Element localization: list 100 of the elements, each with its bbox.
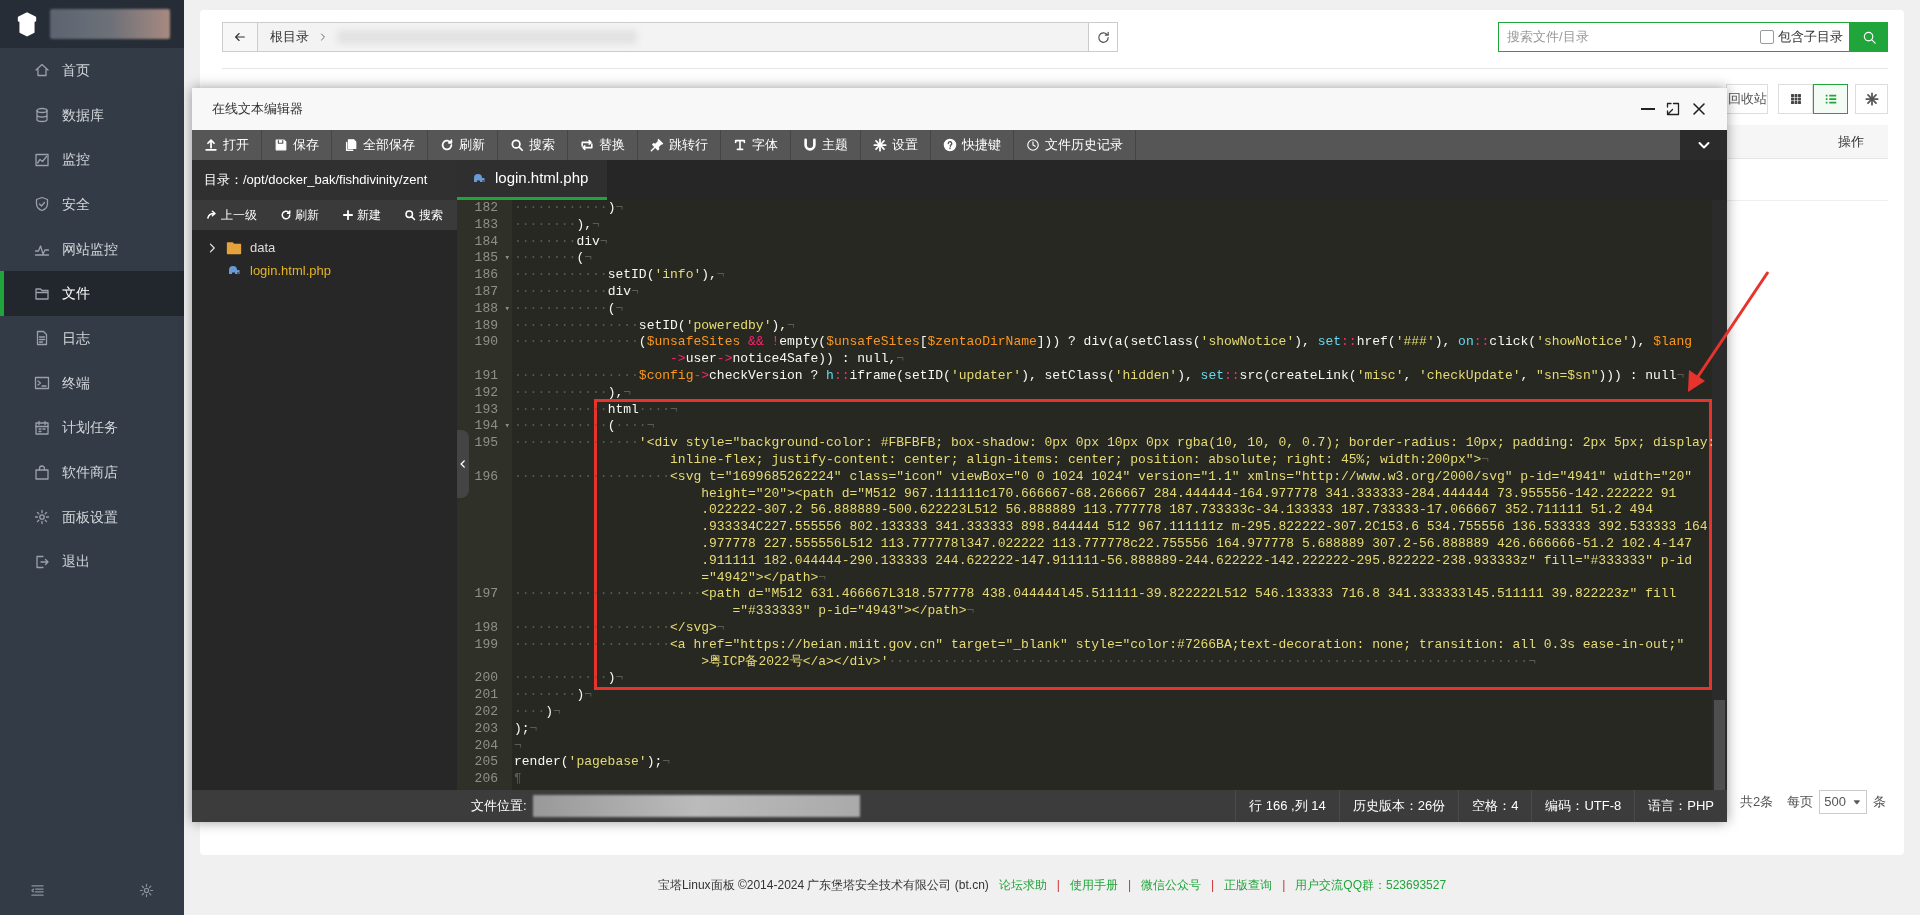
sidebar-item[interactable]: 面板设置 (0, 494, 184, 540)
sidebar-item[interactable]: 数据库 (0, 92, 184, 138)
code-line: ····)¬ (513, 703, 561, 721)
back-button[interactable] (222, 22, 258, 52)
status-item: 历史版本：26份 (1338, 790, 1459, 822)
per-page-unit: 条 (1873, 793, 1886, 812)
database-icon (34, 107, 50, 124)
store-icon (34, 464, 50, 481)
maximize-icon (1665, 101, 1681, 117)
fold-marker[interactable]: ▾ (504, 250, 510, 268)
separator: | (1282, 877, 1286, 894)
fold-marker[interactable]: ▾ (504, 300, 510, 318)
code-line: ············html····¬ (513, 401, 678, 419)
shield-icon (34, 196, 50, 213)
code-line: render('pagebase');¬ (513, 754, 671, 772)
tree-item[interactable]: login.html.php (192, 259, 457, 282)
home-icon (34, 62, 50, 79)
sidebar-item[interactable]: 日志 (0, 316, 184, 361)
line-number: 200 (474, 670, 498, 688)
code-line: .022222-307.2 56.888889-500.622223L512 56.888889 113.777778 187.733333c-34.133333 187.733333-17.066667 352.711111 51.2 494 (700, 502, 1653, 520)
code-line: ¬ (513, 737, 522, 755)
tree-action-button[interactable]: 上一级 (206, 206, 257, 224)
per-page-select[interactable]: 500 (1819, 790, 1867, 814)
separator: | (1127, 877, 1132, 894)
line-number: 190 (474, 334, 498, 352)
sidebar-item[interactable]: 计划任务 (0, 405, 184, 451)
sidebar-item[interactable]: 退出 (0, 539, 184, 585)
line-number: 187 (474, 284, 498, 301)
refresh-icon (280, 209, 292, 221)
line-number: 205 (474, 754, 498, 772)
tree-action-button[interactable]: 搜索 (404, 206, 443, 224)
tree-action-button[interactable]: 刷新 (280, 206, 319, 224)
code-line: ············setID('info'),¬ (513, 267, 725, 284)
code-line: ="#333333" p-id="4943"></path>¬ (731, 603, 975, 620)
per-page-label: 每页 (1787, 793, 1814, 812)
search-icon (510, 138, 524, 152)
recycle-bin-button[interactable]: 回收站 (1726, 84, 1768, 114)
caret-icon (1852, 797, 1862, 807)
collapse-panel-handle[interactable] (457, 430, 469, 498)
code-line: );¬ (513, 720, 538, 738)
sidebar-item[interactable]: 文件 (0, 271, 184, 317)
code-line: ············),¬ (513, 384, 632, 402)
search-icon (1861, 29, 1877, 45)
search-icon (404, 209, 416, 221)
sidebar-item[interactable]: 安全 (0, 182, 184, 227)
settings-button[interactable] (139, 882, 154, 898)
settings-icon (873, 138, 887, 152)
separator: | (1056, 877, 1060, 894)
code-line: ····················</svg>¬ (513, 619, 725, 637)
refresh-button[interactable] (1088, 22, 1118, 52)
text-cursor-icon (733, 138, 747, 152)
path-bar[interactable]: 根目录 (258, 22, 1088, 52)
include-subdirectories-checkbox[interactable]: 包含子目录 (1760, 27, 1843, 47)
settings-icon (139, 882, 154, 898)
maximize-button[interactable] (1665, 101, 1681, 117)
magnet-icon (803, 138, 817, 152)
close-icon (1691, 101, 1707, 117)
list-icon (1823, 92, 1838, 106)
line-number: 184 (474, 233, 498, 251)
line-number: 197 (474, 586, 498, 604)
code-line: ········div¬ (513, 233, 608, 251)
settings-icon (1864, 92, 1879, 106)
chart-icon (34, 151, 50, 168)
collapse-toolbar-button[interactable] (1680, 130, 1727, 160)
document-icon (34, 330, 50, 347)
sidebar-item[interactable]: 首页 (0, 48, 184, 93)
scrollbar-thumb[interactable] (1714, 700, 1725, 790)
column-header: 操作 (1838, 132, 1864, 151)
sidebar-item[interactable]: 软件商店 (0, 450, 184, 495)
tree-action-button[interactable]: 新建 (342, 206, 381, 224)
tree-item[interactable]: data (192, 236, 457, 259)
code-line: ················($unsafeSites && !empty($unsafeSites[$zentaoDirName])) ? div(a(setClass('showNotice'), set::href('###'), on::click('showNotice'), $lang (513, 334, 1693, 352)
separator: | (1211, 877, 1215, 894)
code-line: ····················<a href="https://beian.miit.gov.cn" target="_blank" style="color:#7266BA;text-decoration: none; transition: all 0.3s ease-in-out;" (513, 636, 1685, 654)
folder-icon (226, 239, 242, 256)
breadcrumb-item[interactable]: 根目录 (270, 27, 309, 47)
sidebar-item[interactable]: 网站监控 (0, 226, 184, 272)
code-line: >粤ICP备2022号</a></div>'··················································································¬ (700, 653, 1536, 671)
refresh-icon (1095, 29, 1111, 45)
close-button[interactable] (1691, 101, 1707, 117)
window-title: 在线文本编辑器 (212, 100, 303, 119)
upload-icon (204, 138, 218, 152)
sidebar-item[interactable]: 监控 (0, 137, 184, 183)
line-number: 193 (474, 401, 498, 419)
line-number: 182 (474, 200, 498, 217)
fold-marker[interactable]: ▾ (504, 418, 510, 436)
code-line: ="4942"></path>¬ (700, 569, 827, 587)
terminal-icon (34, 375, 50, 392)
search-button[interactable] (1850, 22, 1888, 52)
sidebar-item[interactable]: 终端 (0, 360, 184, 406)
editor-tab[interactable]: login.html.php (457, 160, 607, 200)
collapse-menu-icon[interactable] (30, 882, 45, 898)
code-line: ········)¬ (513, 687, 593, 704)
code-line: height="20"><path d="M512 967.111111c170.666667-68.266667 284.444444-164.977778 341.333333-284.444444 73.955556-142.222222 91 (700, 485, 1677, 503)
code-line: ············)¬ (513, 670, 624, 688)
menu-icon (30, 882, 45, 898)
line-number: 201 (474, 687, 498, 704)
line-number: 199 (474, 636, 498, 654)
search-field[interactable]: 搜索文件/目录 包含子目录 (1498, 22, 1850, 52)
copyright-text: 宝塔Linux面板 ©2014-2024 广东堡塔安全技术有限公司 (bt.cn) (657, 877, 989, 894)
